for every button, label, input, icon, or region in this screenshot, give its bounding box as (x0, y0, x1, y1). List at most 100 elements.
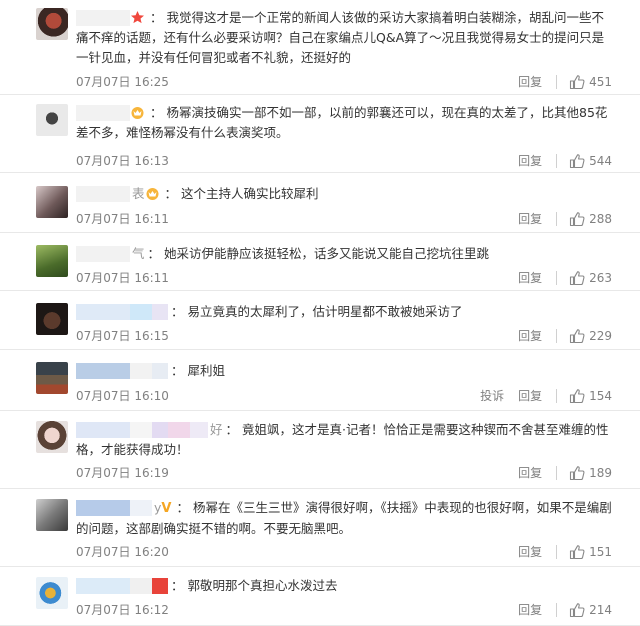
comment-content: 好：竟姐飒，这才是真·记者！恰恰正是需要这种锲而不舍甚至难缠的性格，才能获得成功… (76, 420, 612, 460)
thumbs-up-icon (569, 211, 585, 227)
reply-button[interactable]: 回复 (518, 152, 542, 169)
comment-row: ：我觉得这才是一个正常的新闻人该做的采访大家搞着明白装糊涂，胡乱问一些不痛不痒的… (0, 0, 640, 95)
comment-content: 气：她采访伊能静应该挺轻松，话多又能说又能自己挖坑往里跳 (76, 244, 612, 264)
user-avatar[interactable] (36, 499, 68, 531)
action-divider (556, 465, 558, 480)
name-colon: ： (150, 105, 163, 120)
comment-list: ：我觉得这才是一个正常的新闻人该做的采访大家搞着明白装糊涂，胡乱问一些不痛不痒的… (0, 0, 640, 626)
comment-actions: 回复 229 (518, 327, 612, 344)
name-colon: ： (164, 186, 178, 201)
like-button[interactable]: 451 (569, 74, 612, 90)
like-button[interactable]: 154 (569, 388, 612, 404)
username-blurred[interactable] (76, 104, 130, 122)
like-button[interactable]: 214 (569, 602, 612, 618)
like-button[interactable]: 263 (569, 270, 612, 286)
like-button[interactable]: 544 (569, 153, 612, 169)
comment-row: ：犀利姐 07月07日 16:10 投诉 回复 154 (0, 350, 640, 411)
comment-row: 气：她采访伊能静应该挺轻松，话多又能说又能自己挖坑往里跳 07月07日 16:11… (0, 233, 640, 291)
name-colon: ： (171, 363, 184, 378)
blurred-name-block (130, 304, 152, 320)
blurred-name-block (76, 304, 130, 320)
thumbs-up-icon (569, 328, 585, 344)
like-button[interactable]: 189 (569, 465, 612, 481)
comment-timestamp: 07月07日 16:19 (76, 466, 169, 480)
username-blurred[interactable] (76, 499, 152, 517)
name-colon: ： (171, 578, 184, 593)
reply-button[interactable]: 回复 (518, 269, 542, 286)
blurred-name-block (152, 304, 168, 320)
comment-actions: 回复 189 (518, 464, 612, 481)
like-button[interactable]: 229 (569, 328, 612, 344)
action-divider (556, 270, 558, 285)
blurred-name-block (152, 422, 168, 438)
blurred-name-block (152, 363, 168, 379)
comment-timestamp: 07月07日 16:15 (76, 329, 169, 343)
comment-content: 表 ：这个主持人确实比较犀利 (76, 184, 612, 204)
like-count: 229 (589, 328, 612, 343)
reply-button[interactable]: 回复 (518, 543, 542, 560)
comment-timestamp: 07月07日 16:11 (76, 271, 169, 285)
action-divider (556, 388, 558, 403)
comment-content: ：易立竟真的太犀利了，估计明星都不敢被她采访了 (76, 302, 612, 322)
user-avatar[interactable] (36, 577, 68, 609)
blurred-name-block (76, 500, 130, 516)
comment-timestamp: 07月07日 16:12 (76, 603, 169, 617)
username-tail: y (154, 500, 162, 515)
username-blurred[interactable] (76, 185, 130, 203)
comment-text: 易立竟真的太犀利了，估计明星都不敢被她采访了 (187, 304, 463, 319)
like-button[interactable]: 151 (569, 544, 612, 560)
reply-button[interactable]: 回复 (518, 387, 542, 404)
name-colon: ： (147, 246, 161, 261)
blurred-name-block (76, 10, 130, 26)
user-avatar[interactable] (36, 362, 68, 394)
reply-button[interactable]: 回复 (518, 210, 542, 227)
comment-timestamp: 07月07日 16:10 (76, 389, 169, 403)
comment-text: 郭敬明那个真担心水泼过去 (187, 578, 338, 593)
blurred-name-block (76, 422, 130, 438)
user-avatar[interactable] (36, 421, 68, 453)
comment-actions: 回复 544 (518, 152, 612, 169)
username-blurred[interactable] (76, 303, 168, 321)
comment-actions: 回复 151 (518, 543, 612, 560)
like-button[interactable]: 288 (569, 211, 612, 227)
blurred-name-block (130, 578, 152, 594)
crown-badge-icon (145, 186, 160, 201)
reply-button[interactable]: 回复 (518, 327, 542, 344)
username-blurred[interactable] (76, 362, 168, 380)
username-blurred[interactable] (76, 577, 168, 595)
user-avatar[interactable] (36, 303, 68, 335)
blurred-name-block (168, 422, 190, 438)
blurred-name-block (152, 578, 168, 594)
thumbs-up-icon (569, 74, 585, 90)
user-avatar[interactable] (36, 104, 68, 136)
comment-actions: 投诉 回复 154 (480, 387, 612, 404)
reply-button[interactable]: 回复 (518, 601, 542, 618)
comment-actions: 回复 214 (518, 601, 612, 618)
comment-timestamp: 07月07日 16:25 (76, 75, 169, 89)
like-count: 189 (589, 465, 612, 480)
reply-button[interactable]: 回复 (518, 464, 542, 481)
username-blurred[interactable] (76, 245, 130, 263)
blurred-name-block (76, 363, 130, 379)
thumbs-up-icon (569, 388, 585, 404)
user-avatar[interactable] (36, 186, 68, 218)
blurred-name-block (76, 105, 130, 121)
comment-row: 表 ：这个主持人确实比较犀利 07月07日 16:11 回复 288 (0, 173, 640, 233)
like-count: 214 (589, 602, 612, 617)
thumbs-up-icon (569, 544, 585, 560)
report-button[interactable]: 投诉 (480, 387, 504, 404)
comment-actions: 回复 451 (518, 73, 612, 90)
thumbs-up-icon (569, 153, 585, 169)
action-divider (556, 153, 558, 168)
comment-content: ：郭敬明那个真担心水泼过去 (76, 576, 612, 596)
reply-button[interactable]: 回复 (518, 73, 542, 90)
user-avatar[interactable] (36, 8, 68, 40)
user-avatar[interactable] (36, 245, 68, 277)
username-tail: 好 (210, 422, 223, 437)
blurred-name-block (130, 363, 152, 379)
username-blurred[interactable] (76, 421, 208, 439)
username-blurred[interactable] (76, 9, 130, 27)
thumbs-up-icon (569, 465, 585, 481)
comment-content: ：杨幂演技确实一部不如一部，以前的郭襄还可以，现在真的太差了，比其他85花差不多… (76, 103, 612, 143)
comment-content: ：犀利姐 (76, 361, 612, 381)
